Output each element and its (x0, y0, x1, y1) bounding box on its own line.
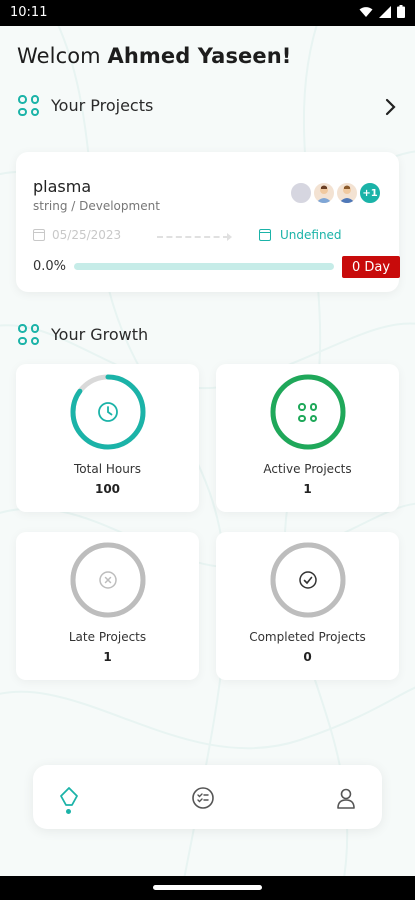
system-navigation-bar (0, 876, 415, 900)
stat-label: Completed Projects (249, 630, 366, 644)
stat-value: 0 (303, 650, 312, 664)
grid-icon (298, 403, 317, 422)
growth-section-title: Your Growth (51, 325, 149, 344)
projects-section-title: Your Projects (51, 96, 154, 115)
progress-bar (74, 263, 334, 270)
clock-icon (98, 402, 118, 422)
status-bar: 10:11 (0, 0, 415, 26)
tasks-icon[interactable] (190, 785, 216, 811)
home-gesture-bar[interactable] (153, 885, 262, 890)
growth-section-header: Your Growth (18, 324, 148, 345)
calendar-icon (33, 229, 45, 241)
avatar (336, 182, 358, 204)
extra-members-badge: +1 (359, 182, 381, 204)
welcome-heading: Welcom Ahmed Yaseen! (17, 44, 291, 68)
stat-label: Active Projects (263, 462, 352, 476)
user-name: Ahmed Yaseen! (107, 44, 292, 68)
home-icon[interactable] (56, 785, 82, 811)
end-date: Undefined (259, 228, 342, 242)
days-badge: 0 Day (342, 256, 400, 278)
bottom-navigation (33, 765, 382, 829)
welcome-prefix: Welcom (17, 44, 101, 68)
project-card[interactable]: plasma string / Development +1 05/25/202… (16, 152, 400, 292)
end-date-text: Undefined (280, 228, 342, 242)
x-circle-icon (99, 571, 117, 589)
stat-value: 100 (94, 482, 121, 496)
calendar-icon (259, 229, 271, 241)
battery-icon (397, 5, 405, 18)
status-time: 10:11 (10, 5, 48, 20)
stat-label: Total Hours (74, 462, 141, 476)
stat-card-late-projects[interactable]: Late Projects 1 (16, 532, 199, 680)
stat-value: 1 (103, 650, 112, 664)
avatar (290, 182, 312, 204)
check-circle-icon (299, 571, 317, 589)
start-date-text: 05/25/2023 (52, 228, 122, 242)
project-subtitle: string / Development (33, 199, 160, 213)
date-arrow (157, 233, 232, 241)
signal-icon (379, 5, 391, 18)
project-progress: 0.0% 0 Day (33, 256, 415, 282)
grid-icon (18, 324, 39, 345)
active-nav-indicator (66, 809, 71, 814)
stat-label: Late Projects (68, 630, 147, 644)
projects-section-header[interactable]: Your Projects (18, 95, 153, 116)
progress-percent: 0.0% (33, 259, 67, 274)
grid-icon (18, 95, 39, 116)
stat-card-active-projects[interactable]: Active Projects 1 (216, 364, 399, 512)
stat-value: 1 (303, 482, 312, 496)
project-dates: 05/25/2023 Undefined (33, 228, 363, 246)
member-avatars[interactable]: +1 (290, 182, 381, 204)
project-name: plasma (33, 177, 92, 196)
start-date: 05/25/2023 (33, 228, 121, 242)
stat-card-total-hours[interactable]: Total Hours 100 (16, 364, 199, 512)
chevron-right-icon[interactable] (385, 97, 397, 122)
stat-card-completed-projects[interactable]: Completed Projects 0 (216, 532, 399, 680)
avatar (313, 182, 335, 204)
profile-icon[interactable] (333, 785, 359, 811)
wifi-icon (359, 6, 373, 17)
